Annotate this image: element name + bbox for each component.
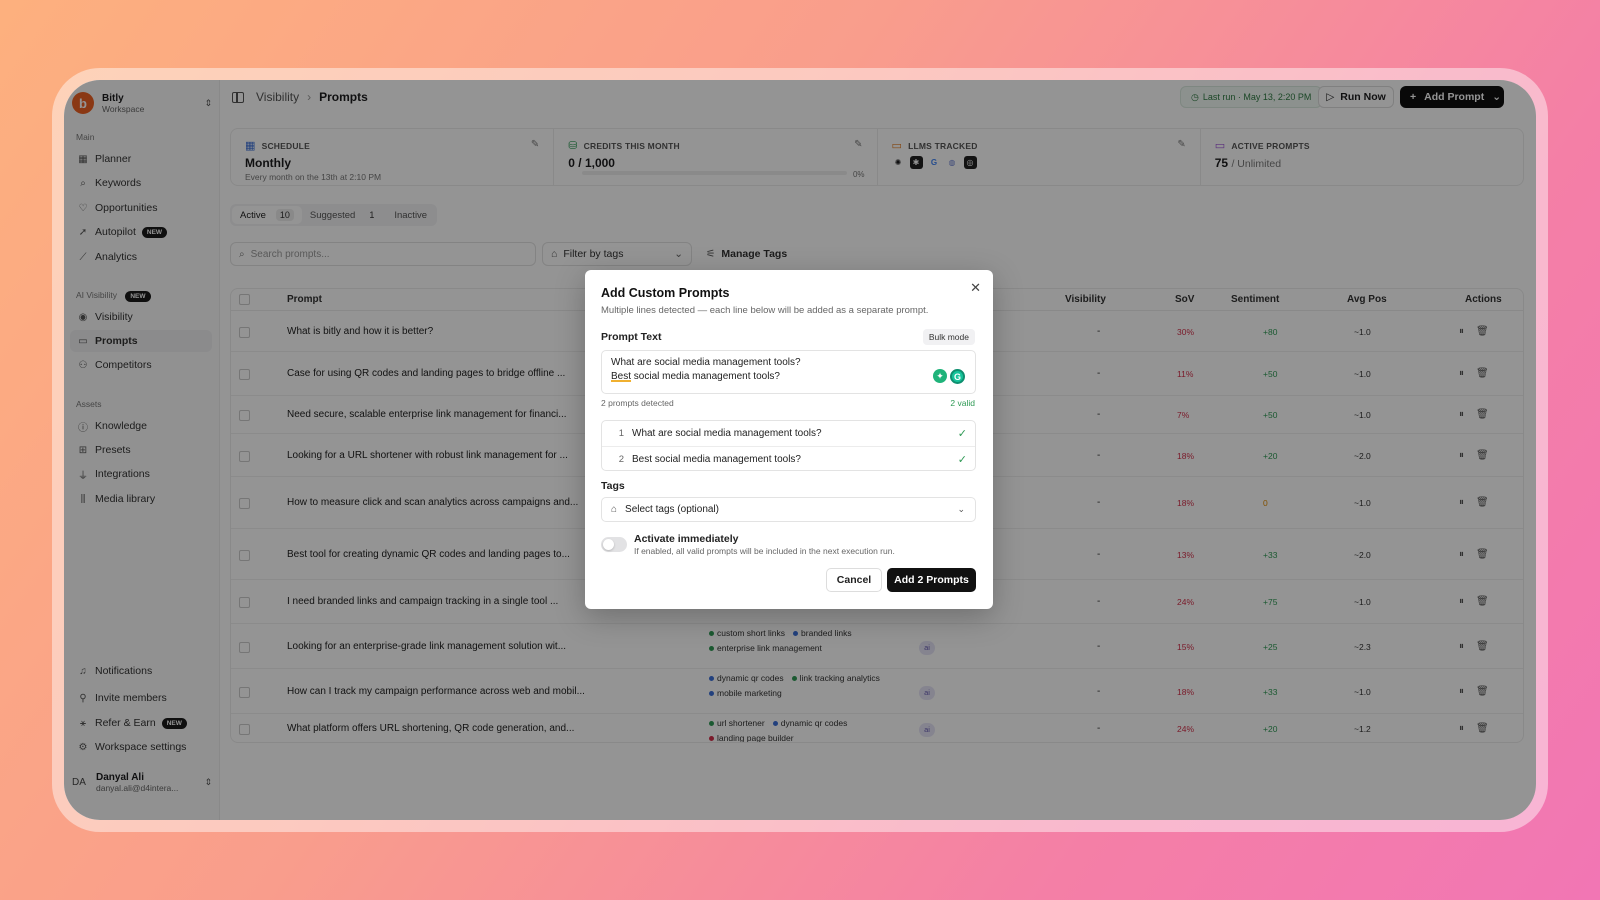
list-item: 2 Best social media management tools? ✓ bbox=[602, 446, 975, 471]
prompt-text-label: Prompt Text bbox=[601, 331, 662, 343]
prompts-detected: 2 prompts detected bbox=[601, 398, 674, 408]
close-icon[interactable]: ✕ bbox=[970, 280, 981, 296]
item-text: What are social media management tools? bbox=[632, 428, 822, 439]
activate-toggle[interactable] bbox=[601, 537, 627, 552]
chevron-down-icon: ⌄ bbox=[957, 504, 965, 514]
list-item: 1 What are social media management tools… bbox=[602, 421, 975, 446]
bulk-mode-badge[interactable]: Bulk mode bbox=[922, 329, 975, 345]
add-custom-prompts-dialog: ✕ Add Custom Prompts Multiple lines dete… bbox=[585, 270, 993, 609]
item-number: 2 bbox=[618, 453, 624, 465]
cancel-button[interactable]: Cancel bbox=[826, 568, 882, 592]
prompt-textarea[interactable]: What are social media management tools? … bbox=[601, 350, 976, 394]
tags-label: Tags bbox=[601, 480, 625, 492]
lightbulb-icon[interactable]: ✦ bbox=[933, 369, 947, 383]
tags-placeholder: Select tags (optional) bbox=[625, 504, 719, 515]
tag-icon: ⌂ bbox=[611, 504, 618, 515]
check-icon: ✓ bbox=[957, 428, 967, 440]
activate-title: Activate immediately bbox=[634, 533, 739, 545]
item-number: 1 bbox=[618, 428, 624, 439]
item-text: Best social media management tools? bbox=[632, 453, 801, 465]
valid-count: 2 valid bbox=[950, 398, 975, 408]
textarea-line-2-rest: social media management tools? bbox=[631, 371, 780, 382]
check-icon: ✓ bbox=[957, 453, 967, 466]
spellcheck-word: Best bbox=[611, 371, 632, 382]
dialog-title: Add Custom Prompts bbox=[601, 286, 730, 300]
add-prompts-button[interactable]: Add 2 Prompts bbox=[887, 568, 976, 592]
activate-description: If enabled, all valid prompts will be in… bbox=[634, 546, 895, 556]
grammarly-icon[interactable]: G bbox=[950, 369, 965, 384]
textarea-line-2: Best social media management tools? bbox=[611, 370, 966, 384]
textarea-extension-icons: ✦ G bbox=[933, 369, 965, 384]
detected-prompts-list: 1 What are social media management tools… bbox=[601, 420, 976, 471]
tags-select[interactable]: ⌂ Select tags (optional) ⌄ bbox=[601, 497, 976, 522]
dialog-description: Multiple lines detected — each line belo… bbox=[601, 305, 929, 316]
textarea-line-1: What are social media management tools? bbox=[611, 357, 801, 368]
